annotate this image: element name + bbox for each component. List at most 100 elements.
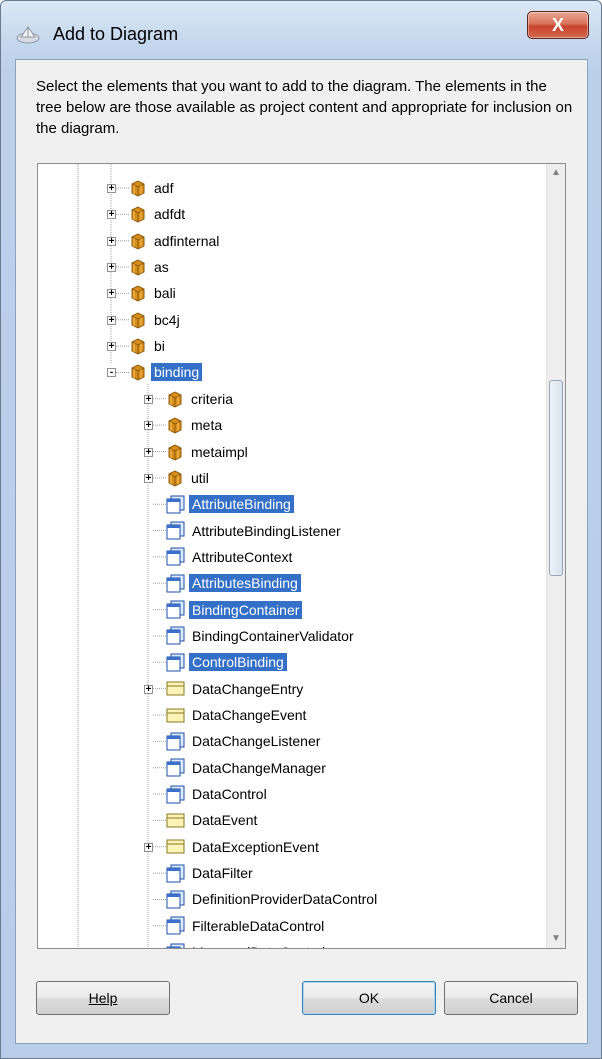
tree-item[interactable]: bc4j bbox=[129, 308, 183, 332]
tree-item[interactable]: adf bbox=[129, 176, 176, 200]
tree-item[interactable]: DataChangeListener bbox=[166, 729, 323, 753]
tree-item[interactable]: BindingContainer bbox=[166, 598, 303, 622]
interface-icon bbox=[166, 890, 185, 909]
package-icon bbox=[129, 179, 147, 197]
expand-icon[interactable]: + bbox=[144, 842, 153, 852]
interface-icon bbox=[166, 626, 185, 645]
tree-item[interactable]: bali bbox=[129, 281, 179, 305]
package-icon bbox=[129, 337, 147, 355]
package-icon bbox=[129, 284, 147, 302]
class-icon bbox=[166, 706, 185, 725]
tree-item-label: ManagedDataControl bbox=[189, 943, 328, 948]
tree-item[interactable]: DataFilter bbox=[166, 861, 256, 885]
tree-item[interactable]: binding bbox=[129, 360, 203, 384]
tree-item[interactable]: AttributesBinding bbox=[166, 571, 301, 595]
expand-icon[interactable]: + bbox=[107, 342, 116, 352]
element-tree[interactable]: + adf + adfdt + adfinternal + as + bali + bc4j + bi - b… bbox=[37, 163, 566, 949]
tree-item[interactable]: DataChangeManager bbox=[166, 756, 329, 780]
expand-icon[interactable]: + bbox=[107, 210, 116, 220]
interface-icon bbox=[166, 521, 185, 540]
ok-button-label: OK bbox=[358, 990, 380, 1006]
ok-button[interactable]: OK bbox=[302, 981, 436, 1015]
title-bar[interactable]: Add to Diagram X bbox=[1, 1, 601, 67]
expand-icon[interactable]: + bbox=[144, 421, 153, 431]
package-icon bbox=[129, 258, 147, 276]
expand-icon[interactable]: + bbox=[144, 684, 153, 694]
scroll-grip-icon bbox=[553, 473, 559, 479]
cancel-button[interactable]: Cancel bbox=[444, 981, 578, 1015]
tree-item-label: DataEvent bbox=[192, 812, 258, 829]
tree-item[interactable]: adfinternal bbox=[129, 229, 222, 253]
tree-item[interactable]: adfdt bbox=[129, 202, 188, 226]
tree-item[interactable]: AttributeBinding bbox=[166, 492, 294, 516]
tree-item[interactable]: AttributeBindingListener bbox=[166, 519, 344, 543]
tree-item[interactable]: BindingContainerValidator bbox=[166, 624, 357, 648]
expand-icon[interactable]: + bbox=[144, 394, 153, 404]
tree-item[interactable]: util bbox=[166, 466, 212, 490]
tree-item[interactable]: DataEvent bbox=[166, 808, 260, 832]
expand-icon[interactable]: + bbox=[107, 184, 116, 194]
scroll-up-arrow-icon[interactable]: ▲ bbox=[547, 164, 565, 182]
tree-item-label: adfinternal bbox=[154, 232, 220, 249]
tree-item[interactable]: FilterableDataControl bbox=[166, 914, 327, 938]
interface-icon bbox=[166, 732, 185, 751]
tree-item[interactable]: ManagedDataControl bbox=[166, 940, 328, 948]
interface-icon bbox=[166, 495, 185, 514]
expand-icon[interactable]: + bbox=[107, 236, 116, 246]
package-icon bbox=[129, 311, 147, 329]
scroll-down-arrow-icon[interactable]: ▼ bbox=[547, 930, 565, 948]
interface-icon bbox=[166, 758, 185, 777]
close-icon: X bbox=[551, 14, 564, 35]
package-icon bbox=[166, 469, 184, 487]
help-button[interactable]: Help bbox=[36, 981, 170, 1015]
expand-icon[interactable]: + bbox=[144, 473, 153, 483]
tree-item-label: as bbox=[154, 259, 169, 276]
tree-item[interactable]: as bbox=[129, 255, 172, 279]
scroll-thumb[interactable] bbox=[549, 380, 563, 576]
expand-icon[interactable]: + bbox=[107, 263, 116, 273]
tree-item[interactable]: DataChangeEntry bbox=[166, 677, 306, 701]
tree-item-label: adf bbox=[154, 180, 174, 196]
tree-item-label: DataExceptionEvent bbox=[192, 838, 319, 855]
tree-item[interactable]: meta bbox=[166, 413, 225, 437]
dialog-body: Select the elements that you want to add… bbox=[15, 59, 588, 1044]
package-icon bbox=[166, 443, 184, 461]
tree-item[interactable]: DataChangeEvent bbox=[166, 703, 309, 727]
expand-icon[interactable]: + bbox=[107, 315, 116, 325]
interface-icon bbox=[166, 653, 185, 672]
tree-item-label: criteria bbox=[191, 390, 234, 407]
tree-item-label: BindingContainer bbox=[189, 600, 303, 619]
collapse-icon[interactable]: - bbox=[107, 368, 116, 378]
tree-item-label: bi bbox=[154, 338, 165, 355]
interface-icon bbox=[166, 574, 185, 593]
cancel-button-label: Cancel bbox=[489, 990, 533, 1006]
tree-item[interactable]: criteria bbox=[166, 387, 236, 411]
tree-item[interactable]: DataControl bbox=[166, 782, 270, 806]
tree-item[interactable]: metaimpl bbox=[166, 440, 251, 464]
tree-item-label: AttributeBinding bbox=[189, 495, 294, 514]
tree-item[interactable]: DataExceptionEvent bbox=[166, 835, 322, 859]
close-button[interactable]: X bbox=[527, 11, 589, 39]
tree-item[interactable]: AttributeContext bbox=[166, 545, 295, 569]
tree-item-label: DataChangeListener bbox=[192, 733, 321, 750]
diagram-app-icon bbox=[15, 23, 41, 45]
interface-icon bbox=[166, 547, 185, 566]
tree-item-label: AttributeContext bbox=[192, 548, 293, 565]
expand-icon[interactable]: + bbox=[107, 289, 116, 299]
tree-item-label: ControlBinding bbox=[189, 653, 287, 672]
expand-icon[interactable]: + bbox=[144, 447, 153, 457]
tree-item[interactable]: ControlBinding bbox=[166, 650, 287, 674]
vertical-scrollbar[interactable]: ▲ ▼ bbox=[546, 164, 565, 948]
tree-item[interactable]: DefinitionProviderDataControl bbox=[166, 887, 380, 911]
tree-item-label: AttributesBinding bbox=[189, 574, 301, 593]
instructions-text: Select the elements that you want to add… bbox=[36, 78, 573, 137]
interface-icon bbox=[166, 600, 185, 619]
tree-item-label: DataChangeEntry bbox=[192, 680, 304, 697]
tree-item-label: DataChangeManager bbox=[192, 759, 326, 776]
tree-item[interactable]: bi bbox=[129, 334, 168, 358]
class-icon bbox=[166, 811, 185, 830]
interface-icon bbox=[166, 864, 185, 883]
tree-item-label: FilterableDataControl bbox=[192, 917, 325, 934]
interface-icon bbox=[166, 785, 185, 804]
tree-item-label: DataChangeEvent bbox=[192, 707, 307, 723]
